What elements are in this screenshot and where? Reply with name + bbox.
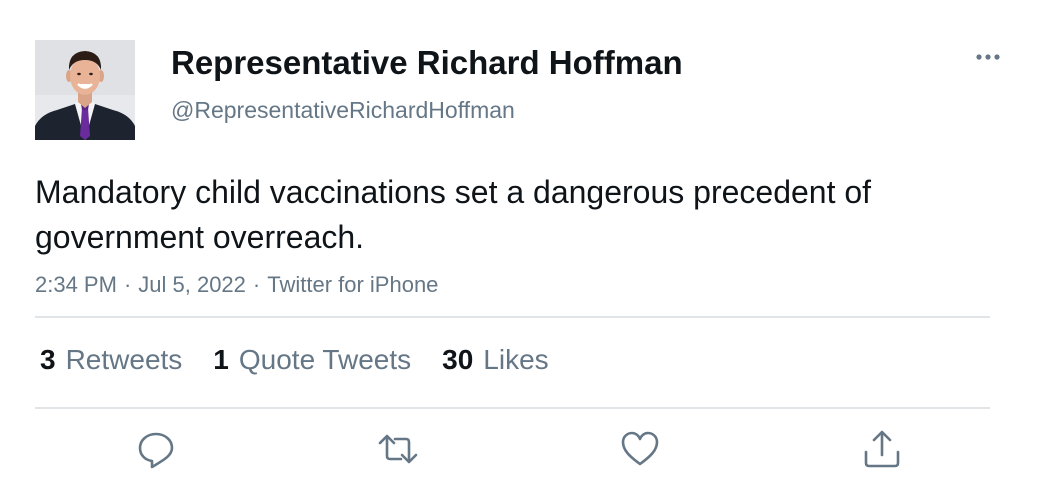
tweet-time[interactable]: 2:34 PM	[35, 272, 117, 297]
divider	[35, 316, 990, 318]
tweet-metadata: 2:34 PM · Jul 5, 2022 · Twitter for iPhone	[35, 270, 438, 300]
like-button[interactable]	[619, 428, 661, 470]
more-horizontal-icon[interactable]	[968, 42, 1008, 72]
avatar[interactable]	[35, 40, 135, 140]
engagement-stats: 3 Retweets 1 Quote Tweets 30 Likes	[40, 340, 580, 380]
avatar-photo-icon	[35, 40, 135, 140]
likes-label: Likes	[483, 344, 549, 375]
tweet-source[interactable]: Twitter for iPhone	[267, 272, 438, 297]
quote-tweets-count: 1	[213, 344, 229, 375]
tweet-text: Mandatory child vaccinations set a dange…	[35, 174, 872, 255]
retweets-label: Retweets	[65, 344, 183, 375]
meta-separator: ·	[252, 272, 261, 297]
meta-separator: ·	[123, 272, 132, 297]
retweet-button[interactable]	[377, 428, 419, 470]
likes-count: 30	[442, 344, 474, 375]
author-display-name[interactable]: Representative Richard Hoffman	[171, 42, 683, 84]
share-icon	[864, 430, 900, 468]
tweet-card: Representative Richard Hoffman @Represen…	[0, 0, 1050, 480]
like-icon	[621, 431, 659, 466]
author-handle[interactable]: @RepresentativeRichardHoffman	[171, 95, 515, 125]
share-button[interactable]	[861, 428, 903, 470]
quote-tweets-stat[interactable]: 1 Quote Tweets	[213, 344, 411, 376]
retweet-icon	[378, 434, 418, 464]
reply-icon	[138, 432, 174, 469]
divider	[35, 407, 990, 409]
retweets-stat[interactable]: 3 Retweets	[40, 344, 182, 376]
quote-tweets-label: Quote Tweets	[238, 344, 412, 375]
likes-stat[interactable]: 30 Likes	[442, 344, 549, 376]
tweet-date[interactable]: Jul 5, 2022	[138, 272, 246, 297]
reply-button[interactable]	[135, 428, 177, 470]
retweets-count: 3	[40, 344, 56, 375]
